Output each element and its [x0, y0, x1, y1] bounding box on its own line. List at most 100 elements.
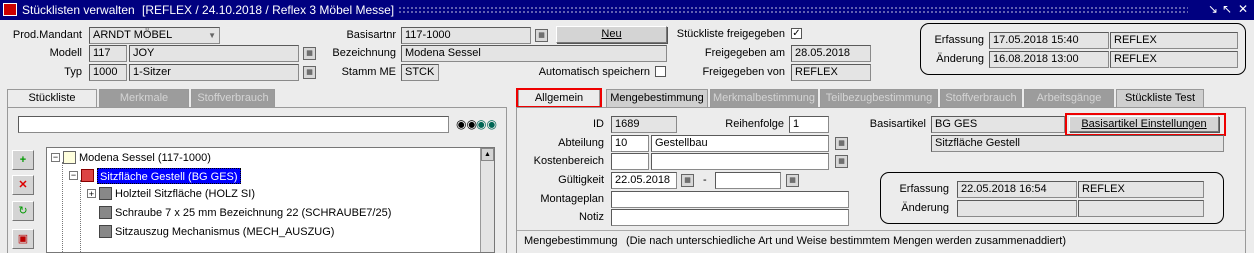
aenderung-label: Änderung — [936, 53, 984, 65]
tree-line — [80, 180, 81, 252]
typ-name-field[interactable]: 1-Sitzer — [129, 64, 299, 81]
modell-lov-icon[interactable]: ▦ — [303, 47, 316, 60]
detail-erfassung-date-field: 22.05.2018 16:54 — [957, 181, 1077, 198]
basisartnr-field[interactable]: 117-1000 — [401, 27, 531, 44]
refresh-button[interactable]: ↻ — [12, 201, 34, 221]
gueltig-bis-field[interactable] — [715, 172, 781, 189]
window-title: Stücklisten verwalten — [22, 3, 135, 17]
detail-aenderung-user-field — [1078, 200, 1204, 217]
freigegeben-von-label: Freigegeben von — [702, 66, 785, 78]
maximize-icon[interactable]: ↖ — [1222, 2, 1232, 16]
prod-mandant-select[interactable]: ARNDT MÖBEL ▼ — [89, 27, 220, 44]
detail-erfassung-user-field: REFLEX — [1078, 181, 1204, 198]
modell-code-field[interactable]: 117 — [89, 45, 127, 62]
abteilung-code-field[interactable]: 10 — [611, 135, 649, 152]
kostenbereich-code-field[interactable] — [611, 153, 649, 170]
basisartnr-label: Basisartnr — [346, 29, 396, 41]
reihenfolge-field[interactable]: 1 — [789, 116, 829, 133]
stamm-me-label: Stamm ME — [341, 66, 396, 78]
tab-merkmale[interactable]: Merkmale — [99, 89, 189, 107]
erfassung-user-field: REFLEX — [1110, 32, 1238, 49]
kostenbereich-lov-icon[interactable]: ▦ — [835, 155, 848, 168]
basisartikel-button-highlight — [1065, 113, 1226, 136]
gueltig-von-field[interactable]: 22.05.2018 — [611, 172, 677, 189]
id-label: ID — [593, 118, 604, 130]
part-icon — [99, 206, 112, 219]
minimize-icon[interactable]: ↘ — [1208, 2, 1218, 16]
lock-icon: ▣ — [17, 233, 29, 245]
tab-stoffverbrauch[interactable]: Stoffverbrauch — [940, 89, 1022, 107]
tree-search-input[interactable] — [18, 116, 449, 133]
window-icon — [3, 3, 17, 16]
locked-part-icon — [81, 169, 94, 182]
tree-view[interactable]: ▲ − Modena Sessel (117-1000) − Sitzfläch… — [46, 147, 495, 253]
aenderung-user-field: REFLEX — [1110, 51, 1238, 68]
structure-icon — [63, 151, 76, 164]
basisartikel-label: Basisartikel — [869, 118, 926, 130]
scroll-up-icon[interactable]: ▲ — [481, 148, 494, 161]
gueltig-separator: - — [703, 174, 707, 186]
detail-erfassung-label: Erfassung — [899, 183, 949, 195]
hint-field-name: Mengebestimmung — [524, 235, 618, 247]
add-icon: + — [19, 154, 27, 166]
stamm-me-field[interactable]: STCK — [401, 64, 439, 81]
notiz-field[interactable] — [611, 209, 849, 226]
typ-code-field[interactable]: 1000 — [89, 64, 127, 81]
aenderung-date-field: 16.08.2018 13:00 — [989, 51, 1109, 68]
tree-scrollbar[interactable]: ▲ — [480, 148, 494, 252]
notiz-label: Notiz — [578, 211, 604, 223]
expand-icon[interactable]: + — [87, 189, 96, 199]
tab-merkmalbestimmung[interactable]: Merkmalbestimmung — [710, 89, 818, 107]
calendar-bis-icon[interactable]: ▦ — [786, 174, 799, 187]
calendar-von-icon[interactable]: ▦ — [681, 174, 694, 187]
hint-divider — [517, 230, 1245, 231]
typ-label: Typ — [64, 66, 82, 78]
tab-stoffverbrauch-left[interactable]: Stoffverbrauch — [191, 89, 275, 107]
freigegeben-am-field[interactable]: 28.05.2018 — [791, 45, 871, 62]
modell-name-field[interactable]: JOY — [129, 45, 299, 62]
id-field: 1689 — [611, 116, 677, 133]
tab-mengebestimmung[interactable]: Mengebestimmung — [606, 89, 708, 107]
delete-node-button[interactable]: ✕ — [12, 175, 34, 195]
bezeichnung-field[interactable]: Modena Sessel — [401, 45, 667, 62]
collapse-icon[interactable]: − — [69, 171, 78, 180]
abteilung-name-field[interactable]: Gestellbau — [651, 135, 829, 152]
binoculars-icon[interactable]: ◉◉ — [456, 117, 477, 131]
tab-stueckliste[interactable]: Stückliste — [7, 89, 97, 107]
freigegeben-am-label: Freigegeben am — [704, 47, 785, 59]
tab-arbeitsgaenge[interactable]: Arbeitsgänge — [1024, 89, 1114, 107]
kostenbereich-name-field[interactable] — [651, 153, 829, 170]
lock-button[interactable]: ▣ — [12, 229, 34, 249]
title-pattern — [398, 6, 1188, 14]
typ-lov-icon[interactable]: ▦ — [303, 66, 316, 79]
abteilung-lov-icon[interactable]: ▦ — [835, 137, 848, 150]
part-icon — [99, 225, 112, 238]
modell-label: Modell — [49, 47, 82, 59]
detail-aenderung-date-field — [957, 200, 1077, 217]
freigegeben-label: Stückliste freigegeben — [676, 28, 785, 40]
refresh-icon: ↻ — [18, 205, 28, 217]
freigegeben-checkbox[interactable]: ✓ — [791, 28, 802, 39]
bezeichnung-label: Bezeichnung — [332, 47, 396, 59]
add-node-button[interactable]: + — [12, 150, 34, 170]
tab-stueckliste-test[interactable]: Stückliste Test — [1116, 89, 1204, 107]
binoculars-next-icon[interactable]: ◉◉ — [476, 117, 497, 131]
chevron-down-icon[interactable]: ▼ — [208, 28, 216, 43]
reihenfolge-label: Reihenfolge — [725, 118, 784, 130]
title-bar: Stücklisten verwalten [REFLEX / 24.10.20… — [0, 0, 1254, 20]
freigegeben-von-field[interactable]: REFLEX — [791, 64, 871, 81]
part-icon — [99, 187, 112, 200]
basisartnr-lov-icon[interactable]: ▦ — [535, 29, 548, 42]
allgemein-highlight — [516, 88, 602, 108]
basisartikel-code-field[interactable]: BG GES — [931, 116, 1065, 133]
close-icon[interactable]: ✕ — [1238, 2, 1248, 16]
hint-text: (Die nach unterschiedliche Art und Weise… — [626, 235, 1067, 247]
tab-teilbezugbestimmung[interactable]: Teilbezugbestimmung — [820, 89, 938, 107]
collapse-icon[interactable]: − — [51, 153, 60, 162]
erfassung-label: Erfassung — [934, 34, 984, 46]
delete-icon: ✕ — [18, 179, 28, 191]
basisartikel-name-field: Sitzfläche Gestell — [931, 135, 1224, 152]
window-subtitle: [REFLEX / 24.10.2018 / Reflex 3 Möbel Me… — [142, 3, 395, 17]
abteilung-label: Abteilung — [558, 137, 604, 149]
montageplan-field[interactable] — [611, 191, 849, 208]
